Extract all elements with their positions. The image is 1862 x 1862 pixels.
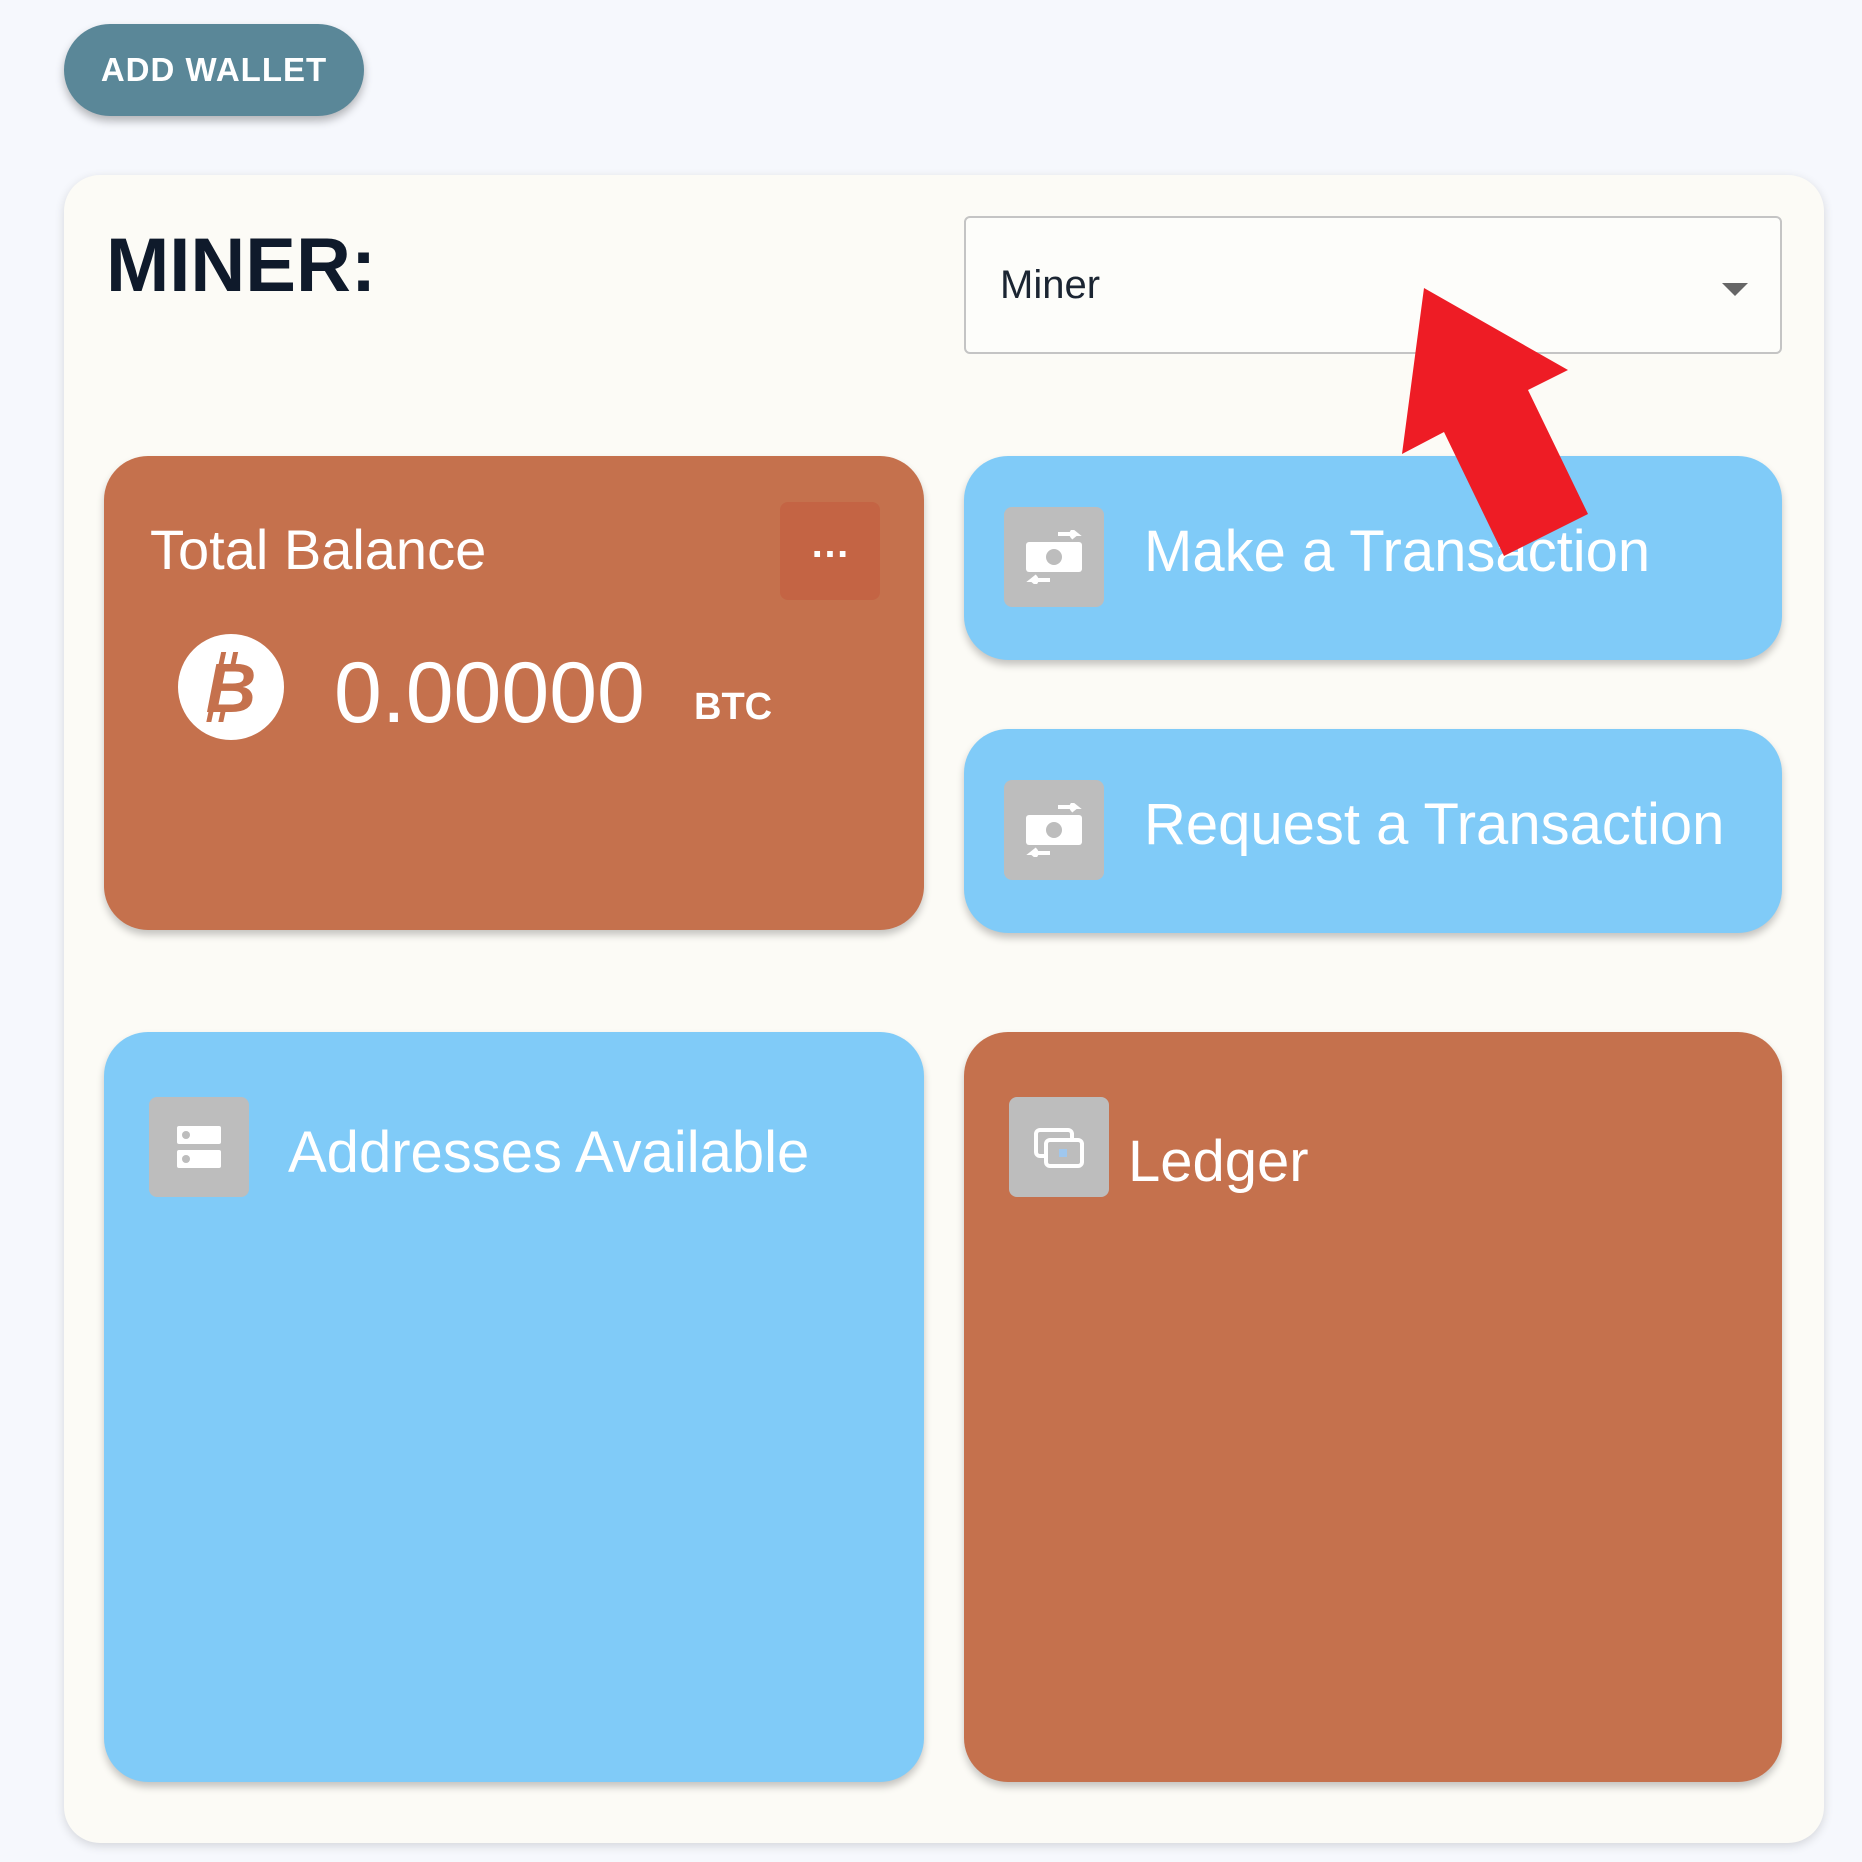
make-transaction-title: Make a Transaction (1144, 519, 1651, 584)
wallet-select[interactable]: Miner (964, 216, 1782, 354)
request-transaction-title: Request a Transaction (1144, 792, 1725, 857)
ledger-title: Ledger (1128, 1129, 1309, 1194)
total-balance-title: Total Balance (150, 518, 487, 581)
dropdown-caret-icon (1722, 283, 1748, 296)
addresses-title: Addresses Available (288, 1120, 810, 1185)
add-wallet-button[interactable]: ADD WALLET (64, 24, 364, 116)
wallet-title: MINER: (106, 223, 377, 308)
stacked-cards-icon (1009, 1097, 1109, 1197)
wallet-select-value: Miner (1000, 263, 1101, 307)
svg-text:B: B (206, 649, 257, 727)
money-transfer-icon (1004, 507, 1104, 607)
more-horizontal-icon: … (810, 522, 850, 566)
balance-amount: 0.00000 (334, 645, 645, 741)
server-list-icon (149, 1097, 249, 1197)
balance-menu-button[interactable]: … (780, 502, 880, 600)
balance-unit: BTC (694, 686, 773, 728)
money-transfer-icon (1004, 780, 1104, 880)
bitcoin-icon: B (178, 634, 284, 740)
